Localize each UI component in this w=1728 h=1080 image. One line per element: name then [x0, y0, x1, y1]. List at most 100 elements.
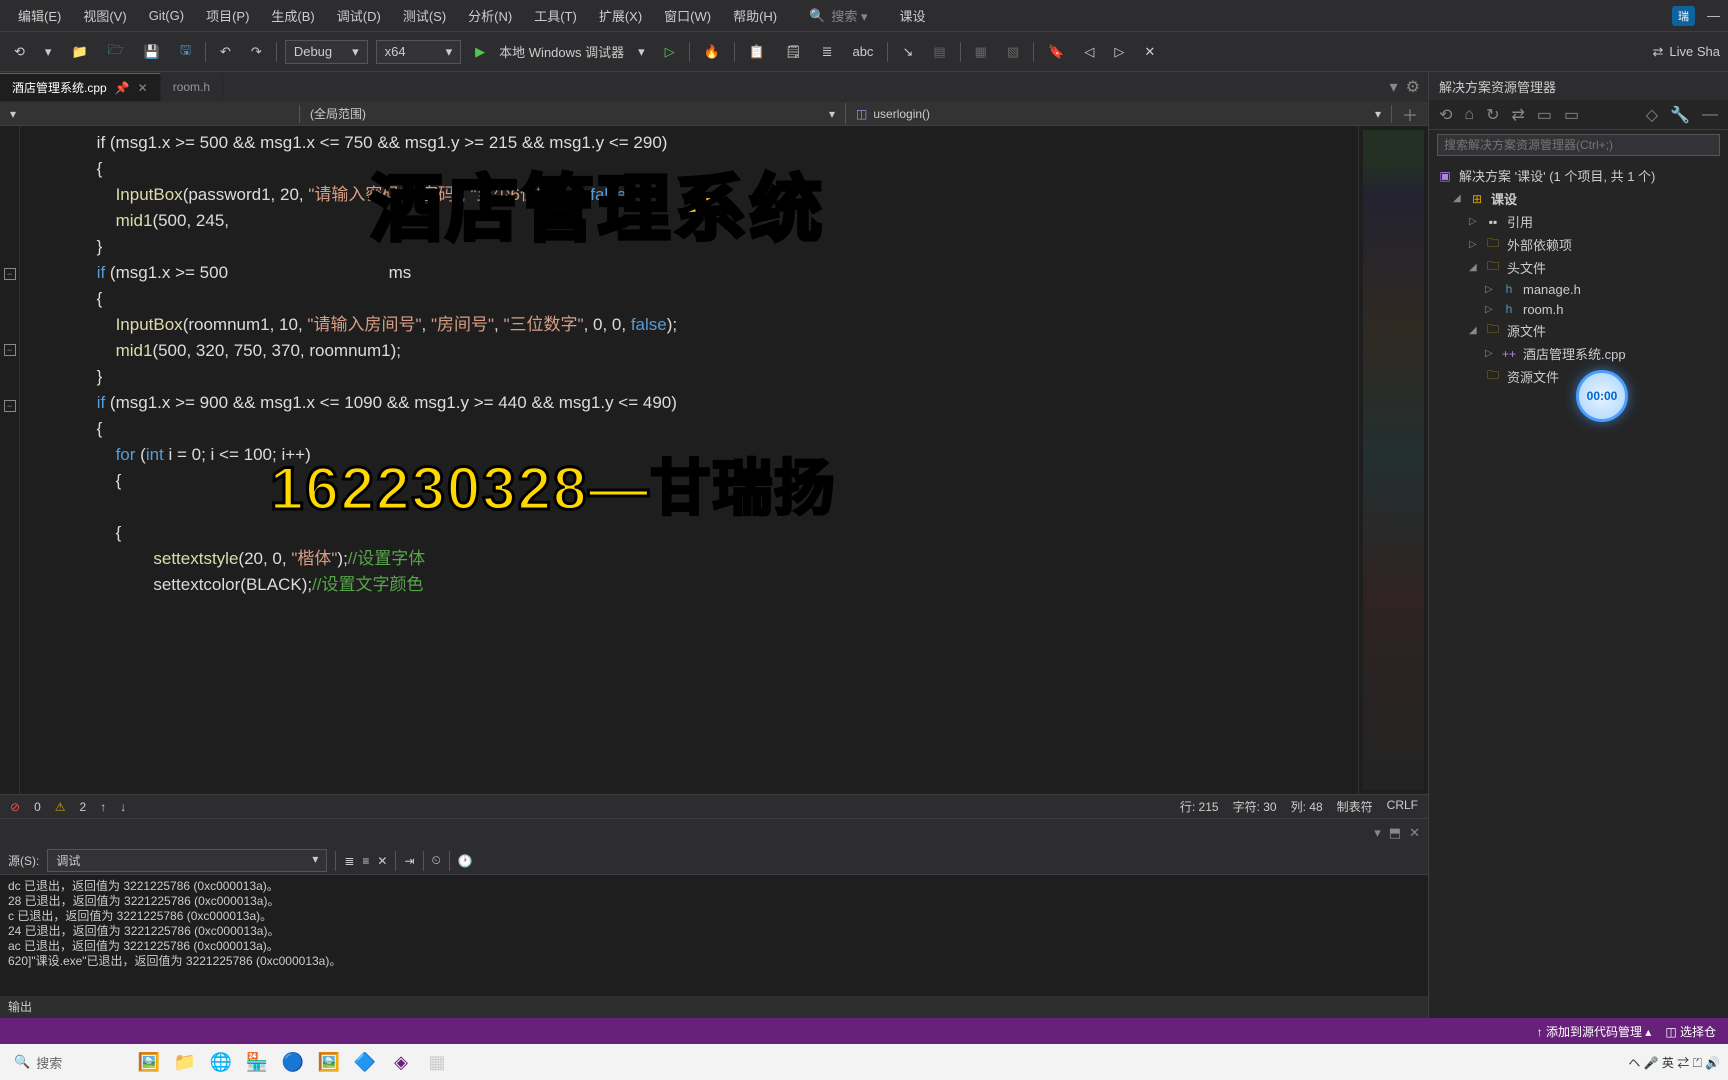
tb-icon-7[interactable]: ▤ — [927, 40, 951, 64]
taskbar-photos-icon[interactable]: 🖼️ — [314, 1047, 344, 1077]
sp-back-icon[interactable]: ⟲ — [1435, 103, 1456, 127]
minimize-button[interactable]: — — [1707, 8, 1720, 23]
output-footer-label[interactable]: 输出 — [0, 996, 1428, 1018]
tb-icon-10[interactable]: 🔖 — [1042, 40, 1070, 64]
sp-icon[interactable]: ▭ — [1533, 103, 1556, 127]
function-dropdown[interactable]: ◫userlogin()▾ — [846, 105, 1392, 123]
taskbar-mail-icon[interactable]: 🔵 — [278, 1047, 308, 1077]
tree-external[interactable]: ▷🗀外部依赖项 — [1429, 233, 1728, 256]
output-pin-icon[interactable]: ⬒ — [1389, 825, 1401, 841]
scope-global[interactable]: (全局范围)▾ — [300, 103, 846, 124]
pin-icon[interactable]: 📌 — [115, 81, 130, 95]
save-all-icon[interactable]: 🖫 — [174, 37, 197, 67]
undo-icon[interactable]: ↶ — [214, 40, 237, 64]
output-close-icon[interactable]: ✕ — [1409, 825, 1420, 841]
expand-icon[interactable]: ◢ — [1469, 262, 1479, 273]
add-icon[interactable]: ＋ — [1392, 102, 1428, 126]
tb-icon-9[interactable]: ▧ — [1001, 40, 1025, 64]
menu-extensions[interactable]: 扩展(X) — [589, 2, 652, 29]
expand-icon[interactable]: ▷ — [1469, 239, 1479, 250]
liveshare-label[interactable]: Live Sha — [1669, 44, 1720, 59]
tb-icon-6[interactable]: ↘ — [896, 40, 919, 64]
sp-icon[interactable]: — — [1698, 104, 1722, 126]
expand-icon[interactable]: ▷ — [1485, 284, 1495, 295]
tab-inactive[interactable]: room.h — [161, 75, 223, 99]
menu-debug[interactable]: 调试(D) — [327, 2, 391, 29]
menu-window[interactable]: 窗口(W) — [654, 2, 721, 29]
expand-icon[interactable]: ▷ — [1485, 348, 1495, 359]
tab-gear-icon[interactable]: ⚙ — [1406, 77, 1420, 97]
dropdown-icon[interactable]: ▾ — [632, 40, 651, 64]
nav-down-icon[interactable]: ↓ — [120, 800, 126, 814]
redo-icon[interactable]: ↷ — [245, 40, 268, 64]
save-icon[interactable]: 💾 — [138, 40, 166, 64]
tb-icon-2[interactable]: 📋 — [743, 40, 771, 64]
tree-project[interactable]: ◢⊞课设 — [1429, 187, 1728, 210]
fold-marker[interactable]: − — [4, 400, 16, 412]
output-dropdown-icon[interactable]: ▾ — [1374, 825, 1381, 841]
menu-test[interactable]: 测试(S) — [393, 2, 456, 29]
debugger-label[interactable]: 本地 Windows 调试器 — [499, 42, 624, 61]
tree-file-cpp[interactable]: ▷++酒店管理系统.cpp — [1429, 342, 1728, 365]
output-tb-icon[interactable]: ≣ — [344, 854, 354, 868]
taskbar-vs-icon[interactable]: ◈ — [386, 1047, 416, 1077]
taskbar-edge-icon[interactable]: 🌐 — [206, 1047, 236, 1077]
tb-icon-3[interactable]: 🗒 — [779, 40, 808, 64]
platform-dropdown[interactable]: x64▾ — [376, 40, 462, 64]
config-dropdown[interactable]: Debug▾ — [285, 40, 368, 64]
tab-active[interactable]: 酒店管理系统.cpp 📌 ✕ — [0, 73, 161, 101]
fold-gutter[interactable]: − − − — [0, 126, 20, 794]
user-badge[interactable]: 瑞 — [1672, 6, 1695, 26]
status-tabs[interactable]: 制表符 — [1337, 798, 1373, 815]
play-nodecorate-icon[interactable]: ▷ — [659, 40, 681, 64]
nav-up-icon[interactable]: ↑ — [100, 800, 106, 814]
solution-search-input[interactable] — [1437, 134, 1720, 156]
menu-analyze[interactable]: 分析(N) — [458, 2, 522, 29]
system-tray[interactable]: ヘ 🎤 英 ⇄ ⏍ 🔊 — [1628, 1054, 1720, 1071]
menu-view[interactable]: 视图(V) — [73, 2, 136, 29]
warning-icon[interactable]: ⚠ — [55, 800, 66, 814]
status-crlf[interactable]: CRLF — [1387, 798, 1418, 815]
sp-home-icon[interactable]: ⌂ — [1460, 104, 1478, 126]
status-line-num[interactable]: 行: 215 — [1180, 798, 1219, 815]
taskbar-store-icon[interactable]: 🏪 — [242, 1047, 272, 1077]
sp-icon[interactable]: ◇ — [1642, 103, 1662, 127]
expand-icon[interactable]: ◢ — [1469, 325, 1479, 336]
tb-icon-13[interactable]: ✕ — [1138, 40, 1161, 64]
tree-sources[interactable]: ◢🗀源文件 — [1429, 319, 1728, 342]
open-icon[interactable]: 🗁 — [102, 37, 130, 67]
liveshare-icon[interactable]: ⇄ — [1653, 44, 1664, 60]
sp-sync-icon[interactable]: ↻ — [1482, 103, 1503, 127]
status-col[interactable]: 列: 48 — [1291, 798, 1323, 815]
error-icon[interactable]: ⊘ — [10, 800, 20, 814]
tree-solution[interactable]: ▣解决方案 '课设' (1 个项目, 共 1 个) — [1429, 164, 1728, 187]
tree-file-room[interactable]: ▷hroom.h — [1429, 299, 1728, 319]
taskbar-edge2-icon[interactable]: 🔷 — [350, 1047, 380, 1077]
add-source-control[interactable]: ↑ 添加到源代码管理 ▴ — [1537, 1023, 1652, 1040]
tb-icon-8[interactable]: ▦ — [969, 40, 993, 64]
tb-icon-5[interactable]: abc — [846, 40, 879, 63]
sp-icon[interactable]: ▭ — [1560, 103, 1583, 127]
menu-build[interactable]: 生成(B) — [261, 2, 324, 29]
tree-headers[interactable]: ◢🗀头文件 — [1429, 256, 1728, 279]
output-tb-icon[interactable]: ✕ — [377, 854, 387, 868]
menu-search[interactable]: 🔍 搜索 ▾ — [809, 6, 867, 25]
fold-marker[interactable]: − — [4, 268, 16, 280]
nav-fwd-icon[interactable]: ▾ — [39, 40, 58, 64]
tb-icon-12[interactable]: ▷ — [1108, 40, 1130, 64]
sp-icon[interactable]: ⇄ — [1507, 103, 1528, 127]
tree-refs[interactable]: ▷▪▪引用 — [1429, 210, 1728, 233]
output-tb-icon[interactable]: ⏲ — [432, 853, 441, 868]
taskbar-app2-icon[interactable]: ▦ — [422, 1047, 452, 1077]
tb-icon-4[interactable]: ≣ — [816, 40, 839, 64]
menu-git[interactable]: Git(G) — [139, 4, 194, 27]
menu-tools[interactable]: 工具(T) — [524, 2, 587, 29]
menu-project[interactable]: 项目(P) — [196, 2, 259, 29]
output-source-dropdown[interactable]: 调试▾ — [47, 849, 327, 872]
expand-icon[interactable]: ◢ — [1453, 193, 1463, 204]
taskbar-search[interactable]: 🔍 搜索 — [8, 1047, 128, 1078]
expand-icon[interactable]: ▷ — [1485, 304, 1495, 315]
output-tb-icon[interactable]: ⇥ — [404, 854, 414, 868]
tree-file-manage[interactable]: ▷hmanage.h — [1429, 279, 1728, 299]
menu-edit[interactable]: 编辑(E) — [8, 2, 71, 29]
